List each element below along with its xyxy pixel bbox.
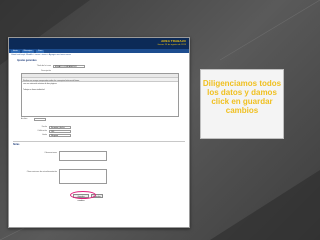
section-general-title: Ajustes generales (17, 60, 37, 62)
description-line-2: con una extensión mínima de dos páginas. (23, 83, 58, 85)
highlight-circle (70, 191, 96, 199)
grade-label: Calificación (37, 130, 47, 132)
feedback-label: Observaciones de retroalimentación (26, 171, 57, 173)
date-label: Fecha (41, 126, 47, 128)
description-label: Descripción (41, 70, 51, 72)
name-input[interactable]: ENSAYO COMPARATIVO (53, 64, 85, 68)
file-field[interactable] (34, 117, 46, 121)
grade-select[interactable]: 100 (49, 129, 71, 133)
nav-bar: Inicio Mensajes Foro (9, 49, 189, 53)
section-divider (13, 141, 185, 142)
header-date: Jueves 15 de agosto de 2013 (157, 44, 186, 46)
moodle-screenshot: AREA TRABAJO Jueves 15 de agosto de 2013… (8, 37, 190, 228)
breadcrumb[interactable]: Usted está aquí: Moodle > curso > tema >… (11, 54, 71, 56)
notes-label: Observaciones (44, 152, 57, 154)
description-line-3: Trabajo en forma individual (23, 89, 45, 91)
nav-item-inicio[interactable]: Inicio (11, 49, 20, 53)
file-label: Archivo (21, 118, 28, 120)
brand-logo: AREA TRABAJO (161, 39, 186, 43)
nav-item-foro[interactable]: Foro (36, 49, 45, 53)
name-label: Título de la tarea (36, 65, 51, 67)
feedback-textarea[interactable] (59, 169, 107, 184)
nav-item-mensajes[interactable]: Mensajes (21, 49, 35, 53)
time-label: Límite (41, 134, 47, 136)
time-select[interactable]: Ninguno (49, 133, 71, 137)
section-notes-title: Notas (13, 144, 20, 146)
date-field[interactable]: Formato y fecha (49, 125, 71, 129)
header-bar: AREA TRABAJO Jueves 15 de agosto de 2013 (9, 38, 189, 49)
callout-text: Diligenciamos todos los datos y damos cl… (202, 79, 282, 115)
notes-textarea[interactable] (59, 151, 107, 161)
